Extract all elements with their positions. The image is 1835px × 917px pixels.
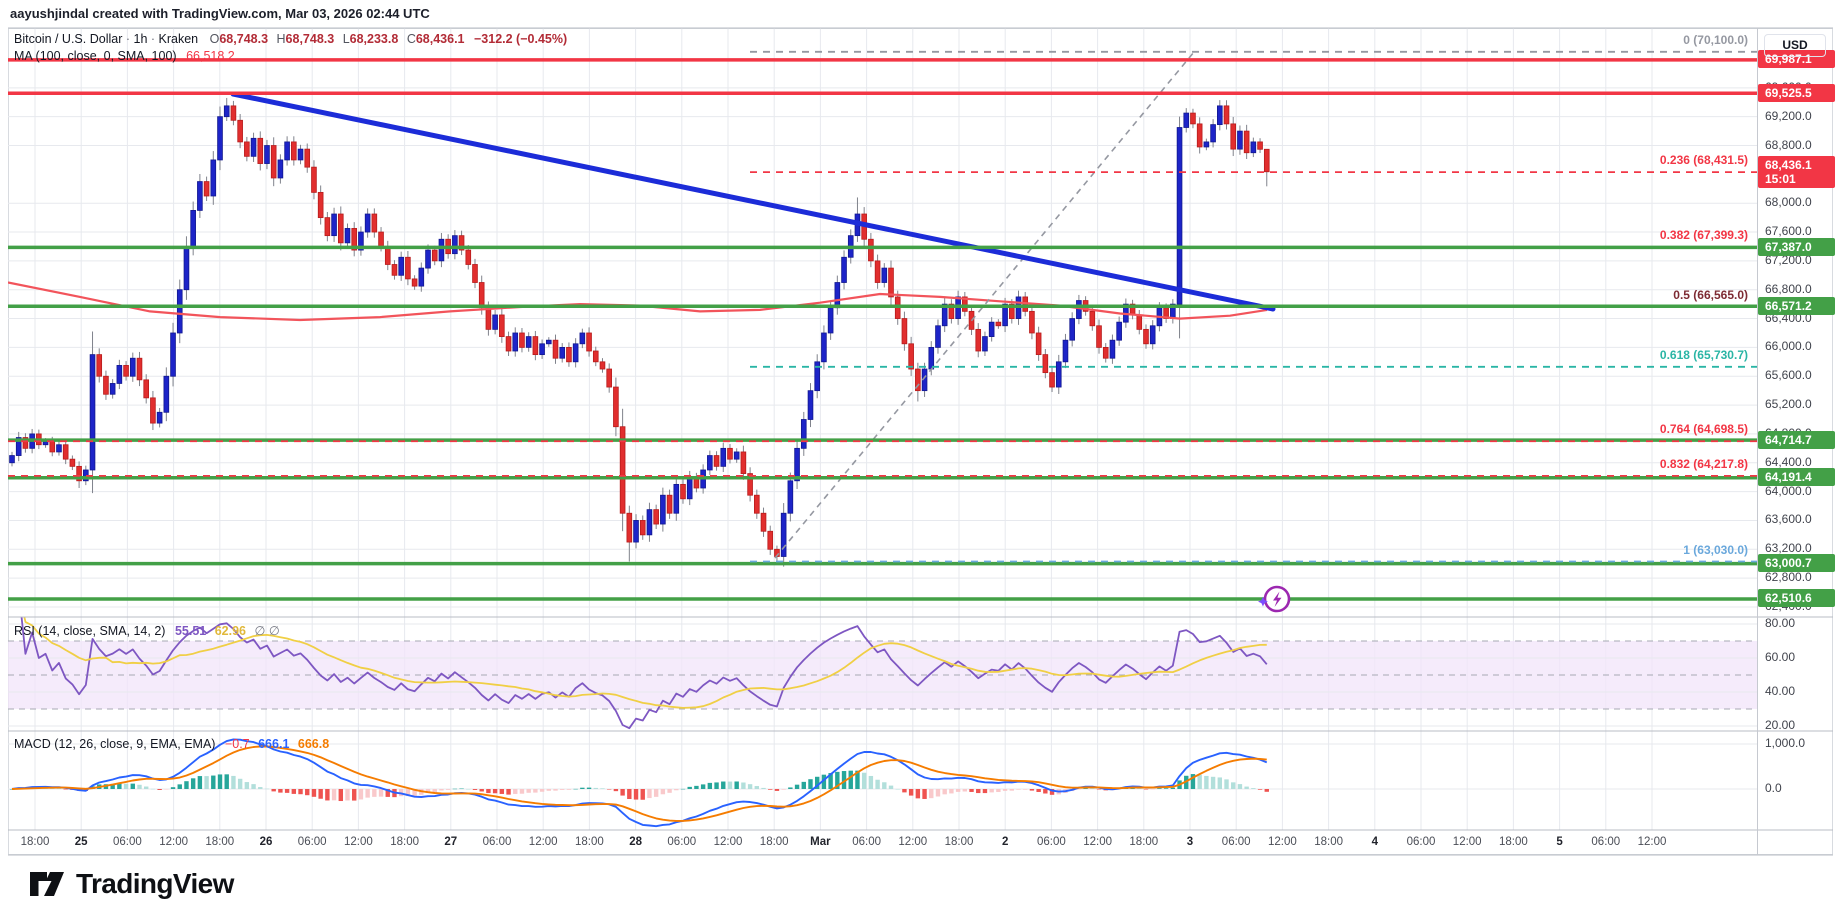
time-tick-label: 5: [1556, 836, 1562, 848]
time-tick-label: 18:00: [945, 836, 974, 848]
macd-legend[interactable]: MACD (12, 26, close, 9, EMA, EMA) −0.7 6…: [14, 737, 329, 751]
axis-tick-label: 69,200.0: [1765, 109, 1812, 123]
axis-tick-label: 20.00: [1765, 718, 1795, 732]
price-level-badge: 64,191.4: [1758, 468, 1835, 486]
time-tick-label: 2: [1002, 836, 1008, 848]
price-chart[interactable]: [0, 0, 1835, 917]
high-value: 68,748.3: [286, 32, 335, 46]
time-tick-label: 12:00: [529, 836, 558, 848]
time-tick-label: 12:00: [898, 836, 927, 848]
price-level-badge: 67,387.0: [1758, 238, 1835, 256]
fib-level-label: 0.832 (64,217.8): [1660, 457, 1748, 471]
fib-level-label: 0.382 (67,399.3): [1660, 228, 1748, 242]
exchange-label: Kraken: [159, 32, 199, 46]
axis-tick-label: 65,200.0: [1765, 397, 1812, 411]
ma-value: 66,518.2: [186, 49, 235, 63]
open-value: 68,748.3: [219, 32, 268, 46]
axis-tick-label: 67,600.0: [1765, 224, 1812, 238]
axis-tick-label: 68,000.0: [1765, 195, 1812, 209]
time-tick-label: Mar: [810, 836, 830, 848]
fib-level-label: 1 (63,030.0): [1683, 543, 1748, 557]
macd-line-value: 666.1: [258, 737, 289, 751]
time-tick-label: 18:00: [1129, 836, 1158, 848]
price-level-badge: 62,510.6: [1758, 589, 1835, 607]
rsi-na-values: ∅ ∅: [254, 624, 279, 638]
time-tick-label: 3: [1187, 836, 1193, 848]
time-tick-label: 26: [260, 836, 273, 848]
time-tick-label: 18:00: [21, 836, 50, 848]
rsi-sma-value: 62.96: [215, 624, 246, 638]
axis-tick-label: 64,400.0: [1765, 455, 1812, 469]
time-tick-label: 18:00: [390, 836, 419, 848]
macd-signal-value: 666.8: [298, 737, 329, 751]
time-tick-label: 06:00: [1037, 836, 1066, 848]
time-tick-label: 12:00: [714, 836, 743, 848]
time-tick-label: 12:00: [1638, 836, 1667, 848]
rsi-value: 55.51: [175, 624, 206, 638]
fib-level-label: 0.236 (68,431.5): [1660, 153, 1748, 167]
tradingview-chart-page: aayushjindal created with TradingView.co…: [0, 0, 1835, 917]
time-tick-label: 06:00: [852, 836, 881, 848]
axis-tick-label: 40.00: [1765, 684, 1795, 698]
fib-level-label: 0 (70,100.0): [1683, 33, 1748, 47]
time-tick-label: 12:00: [159, 836, 188, 848]
axis-tick-label: 1,000.0: [1765, 736, 1805, 750]
close-value: 68,436.1: [416, 32, 465, 46]
axis-tick-label: 60.00: [1765, 650, 1795, 664]
time-tick-label: 06:00: [483, 836, 512, 848]
axis-tick-label: 63,600.0: [1765, 512, 1812, 526]
axis-tick-label: 62,800.0: [1765, 570, 1812, 584]
tradingview-logo-icon: [28, 868, 66, 900]
time-tick-label: 06:00: [1407, 836, 1436, 848]
time-tick-label: 18:00: [760, 836, 789, 848]
current-price-badge: 68,436.115:01: [1758, 156, 1835, 188]
time-tick-label: 12:00: [1268, 836, 1297, 848]
axis-tick-label: 66,000.0: [1765, 339, 1812, 353]
time-tick-label: 06:00: [667, 836, 696, 848]
fib-level-label: 0.5 (66,565.0): [1673, 288, 1748, 302]
time-tick-label: 06:00: [1222, 836, 1251, 848]
time-tick-label: 28: [629, 836, 642, 848]
axis-tick-label: 66,800.0: [1765, 282, 1812, 296]
price-level-badge: 69,525.5: [1758, 84, 1835, 102]
time-tick-label: 06:00: [298, 836, 327, 848]
axis-tick-label: 80.00: [1765, 616, 1795, 630]
time-tick-label: 06:00: [1591, 836, 1620, 848]
tradingview-logo-text: TradingView: [76, 868, 234, 900]
change-value: −312.2 (−0.45%): [474, 32, 567, 46]
time-tick-label: 27: [444, 836, 457, 848]
axis-tick-label: 65,600.0: [1765, 368, 1812, 382]
time-tick-label: 18:00: [1314, 836, 1343, 848]
tradingview-logo[interactable]: TradingView: [28, 868, 234, 900]
price-level-badge: 66,571.2: [1758, 297, 1835, 315]
rsi-legend[interactable]: RSI (14, close, SMA, 14, 2) 55.51 62.96 …: [14, 623, 280, 638]
symbol-legend[interactable]: Bitcoin / U.S. Dollar · 1h · Kraken O68,…: [14, 32, 567, 46]
macd-hist-value: −0.7: [225, 737, 250, 751]
fib-level-label: 0.618 (65,730.7): [1660, 348, 1748, 362]
time-tick-label: 18:00: [205, 836, 234, 848]
symbol-title: Bitcoin / U.S. Dollar: [14, 32, 122, 46]
time-tick-label: 18:00: [1499, 836, 1528, 848]
interval-label: 1h: [134, 32, 148, 46]
time-tick-label: 12:00: [1453, 836, 1482, 848]
time-tick-label: 4: [1372, 836, 1378, 848]
time-tick-label: 18:00: [575, 836, 604, 848]
ma-legend[interactable]: MA (100, close, 0, SMA, 100) 66,518.2: [14, 49, 235, 63]
fib-level-label: 0.764 (64,698.5): [1660, 422, 1748, 436]
time-tick-label: 12:00: [1083, 836, 1112, 848]
axis-tick-label: 0.0: [1765, 781, 1782, 795]
low-value: 68,233.8: [350, 32, 399, 46]
time-tick-label: 06:00: [113, 836, 142, 848]
lightning-icon[interactable]: [1257, 582, 1293, 618]
axis-tick-label: 68,800.0: [1765, 138, 1812, 152]
price-level-badge: 64,714.7: [1758, 431, 1835, 449]
time-tick-label: 12:00: [344, 836, 373, 848]
currency-selector[interactable]: USD: [1764, 34, 1826, 57]
price-level-badge: 63,000.7: [1758, 554, 1835, 572]
time-tick-label: 25: [75, 836, 88, 848]
